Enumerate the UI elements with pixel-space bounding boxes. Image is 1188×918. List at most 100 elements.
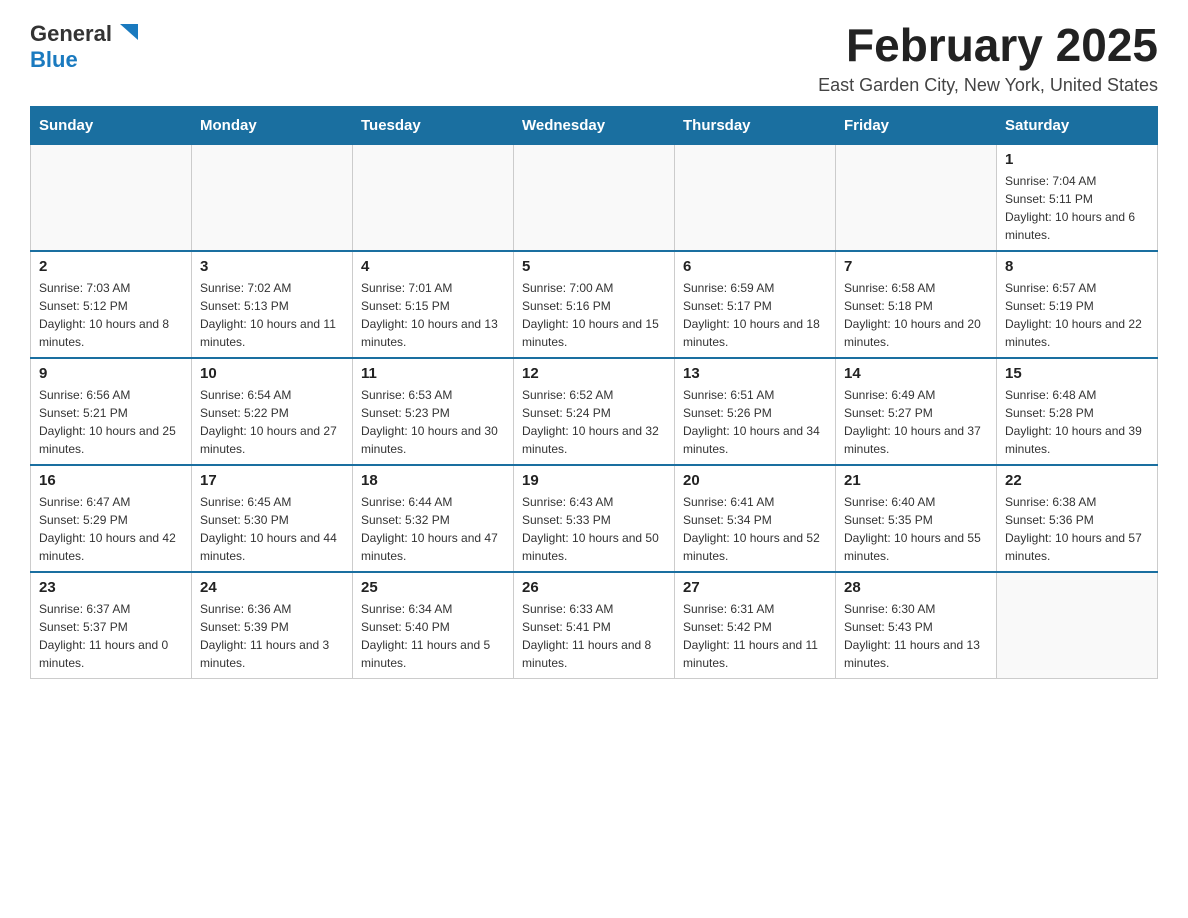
calendar-cell — [353, 144, 514, 251]
calendar-week-row: 23 Sunrise: 6:37 AMSunset: 5:37 PMDayligh… — [31, 572, 1158, 679]
day-number: 13 — [683, 365, 827, 382]
calendar-cell — [997, 572, 1158, 679]
day-info: Sunrise: 6:47 AMSunset: 5:29 PMDaylight:… — [39, 493, 183, 565]
calendar-cell: 9 Sunrise: 6:56 AMSunset: 5:21 PMDaylight… — [31, 358, 192, 465]
logo: General Blue — [30, 20, 142, 72]
calendar-cell: 21Sunrise: 6:40 AMSunset: 5:35 PMDayligh… — [836, 465, 997, 572]
calendar-cell: 5 Sunrise: 7:00 AMSunset: 5:16 PMDaylight… — [514, 251, 675, 358]
day-info: Sunrise: 6:38 AMSunset: 5:36 PMDaylight:… — [1005, 493, 1149, 565]
calendar-body: 1 Sunrise: 7:04 AMSunset: 5:11 PMDaylight… — [31, 144, 1158, 678]
day-number: 25 — [361, 579, 505, 596]
calendar-title: February 2025 — [818, 20, 1158, 71]
calendar-cell: 16 Sunrise: 6:47 AMSunset: 5:29 PMDayligh… — [31, 465, 192, 572]
calendar-week-row: 2Sunrise: 7:03 AMSunset: 5:12 PMDaylight… — [31, 251, 1158, 358]
day-info: Sunrise: 6:37 AMSunset: 5:37 PMDaylight:… — [39, 600, 183, 672]
day-number: 7 — [844, 258, 988, 275]
calendar-cell: 8 Sunrise: 6:57 AMSunset: 5:19 PMDaylight… — [997, 251, 1158, 358]
title-area: February 2025 East Garden City, New York… — [818, 20, 1158, 96]
day-number: 14 — [844, 365, 988, 382]
day-number: 4 — [361, 258, 505, 275]
day-number: 18 — [361, 472, 505, 489]
calendar-cell: 6 Sunrise: 6:59 AMSunset: 5:17 PMDaylight… — [675, 251, 836, 358]
logo-triangle-icon — [114, 20, 142, 48]
day-number: 28 — [844, 579, 988, 596]
day-info: Sunrise: 6:48 AMSunset: 5:28 PMDaylight:… — [1005, 386, 1149, 458]
day-info: Sunrise: 7:04 AMSunset: 5:11 PMDaylight:… — [1005, 172, 1149, 244]
weekday-header-monday: Monday — [192, 106, 353, 144]
calendar-cell: 13 Sunrise: 6:51 AMSunset: 5:26 PMDayligh… — [675, 358, 836, 465]
day-info: Sunrise: 6:31 AMSunset: 5:42 PMDaylight:… — [683, 600, 827, 672]
calendar-cell: 4 Sunrise: 7:01 AMSunset: 5:15 PMDaylight… — [353, 251, 514, 358]
day-number: 24 — [200, 579, 344, 596]
day-info: Sunrise: 6:58 AMSunset: 5:18 PMDaylight:… — [844, 279, 988, 351]
day-info: Sunrise: 7:01 AMSunset: 5:15 PMDaylight:… — [361, 279, 505, 351]
day-info: Sunrise: 6:51 AMSunset: 5:26 PMDaylight:… — [683, 386, 827, 458]
day-info: Sunrise: 6:44 AMSunset: 5:32 PMDaylight:… — [361, 493, 505, 565]
day-number: 17 — [200, 472, 344, 489]
day-number: 1 — [1005, 151, 1149, 168]
calendar-cell: 25 Sunrise: 6:34 AMSunset: 5:40 PMDayligh… — [353, 572, 514, 679]
day-info: Sunrise: 6:45 AMSunset: 5:30 PMDaylight:… — [200, 493, 344, 565]
calendar-cell: 20Sunrise: 6:41 AMSunset: 5:34 PMDayligh… — [675, 465, 836, 572]
day-number: 8 — [1005, 258, 1149, 275]
page-header: General Blue February 2025 East Garden C… — [30, 20, 1158, 96]
calendar-header: SundayMondayTuesdayWednesdayThursdayFrid… — [31, 106, 1158, 144]
calendar-cell: 26 Sunrise: 6:33 AMSunset: 5:41 PMDayligh… — [514, 572, 675, 679]
calendar-cell: 17 Sunrise: 6:45 AMSunset: 5:30 PMDayligh… — [192, 465, 353, 572]
calendar-cell: 10Sunrise: 6:54 AMSunset: 5:22 PMDayligh… — [192, 358, 353, 465]
day-info: Sunrise: 6:34 AMSunset: 5:40 PMDaylight:… — [361, 600, 505, 672]
day-number: 3 — [200, 258, 344, 275]
calendar-cell — [31, 144, 192, 251]
day-info: Sunrise: 6:36 AMSunset: 5:39 PMDaylight:… — [200, 600, 344, 672]
calendar-cell: 2Sunrise: 7:03 AMSunset: 5:12 PMDaylight… — [31, 251, 192, 358]
day-number: 22 — [1005, 472, 1149, 489]
logo-general-text: General — [30, 22, 112, 46]
weekday-header-wednesday: Wednesday — [514, 106, 675, 144]
calendar-cell: 15 Sunrise: 6:48 AMSunset: 5:28 PMDayligh… — [997, 358, 1158, 465]
day-number: 23 — [39, 579, 183, 596]
calendar-cell: 19Sunrise: 6:43 AMSunset: 5:33 PMDayligh… — [514, 465, 675, 572]
day-number: 5 — [522, 258, 666, 275]
day-info: Sunrise: 6:59 AMSunset: 5:17 PMDaylight:… — [683, 279, 827, 351]
calendar-week-row: 1 Sunrise: 7:04 AMSunset: 5:11 PMDaylight… — [31, 144, 1158, 251]
calendar-cell — [675, 144, 836, 251]
day-info: Sunrise: 7:02 AMSunset: 5:13 PMDaylight:… — [200, 279, 344, 351]
day-info: Sunrise: 6:53 AMSunset: 5:23 PMDaylight:… — [361, 386, 505, 458]
day-number: 19 — [522, 472, 666, 489]
day-info: Sunrise: 6:40 AMSunset: 5:35 PMDaylight:… — [844, 493, 988, 565]
day-info: Sunrise: 6:57 AMSunset: 5:19 PMDaylight:… — [1005, 279, 1149, 351]
weekday-header-tuesday: Tuesday — [353, 106, 514, 144]
calendar-cell: 22 Sunrise: 6:38 AMSunset: 5:36 PMDayligh… — [997, 465, 1158, 572]
day-number: 16 — [39, 472, 183, 489]
calendar-cell: 3 Sunrise: 7:02 AMSunset: 5:13 PMDaylight… — [192, 251, 353, 358]
calendar-cell — [514, 144, 675, 251]
weekday-header-thursday: Thursday — [675, 106, 836, 144]
calendar-cell: 27 Sunrise: 6:31 AMSunset: 5:42 PMDayligh… — [675, 572, 836, 679]
day-info: Sunrise: 7:03 AMSunset: 5:12 PMDaylight:… — [39, 279, 183, 351]
day-info: Sunrise: 6:52 AMSunset: 5:24 PMDaylight:… — [522, 386, 666, 458]
logo-blue-text: Blue — [30, 48, 142, 72]
day-number: 9 — [39, 365, 183, 382]
day-number: 26 — [522, 579, 666, 596]
calendar-cell: 18 Sunrise: 6:44 AMSunset: 5:32 PMDayligh… — [353, 465, 514, 572]
weekday-header-row: SundayMondayTuesdayWednesdayThursdayFrid… — [31, 106, 1158, 144]
day-number: 11 — [361, 365, 505, 382]
calendar-cell: 7 Sunrise: 6:58 AMSunset: 5:18 PMDaylight… — [836, 251, 997, 358]
calendar-cell: 28 Sunrise: 6:30 AMSunset: 5:43 PMDayligh… — [836, 572, 997, 679]
day-number: 10 — [200, 365, 344, 382]
day-number: 15 — [1005, 365, 1149, 382]
day-info: Sunrise: 7:00 AMSunset: 5:16 PMDaylight:… — [522, 279, 666, 351]
calendar-cell: 23 Sunrise: 6:37 AMSunset: 5:37 PMDayligh… — [31, 572, 192, 679]
day-info: Sunrise: 6:30 AMSunset: 5:43 PMDaylight:… — [844, 600, 988, 672]
day-number: 12 — [522, 365, 666, 382]
day-number: 27 — [683, 579, 827, 596]
weekday-header-friday: Friday — [836, 106, 997, 144]
day-info: Sunrise: 6:49 AMSunset: 5:27 PMDaylight:… — [844, 386, 988, 458]
day-info: Sunrise: 6:33 AMSunset: 5:41 PMDaylight:… — [522, 600, 666, 672]
calendar-cell: 11 Sunrise: 6:53 AMSunset: 5:23 PMDayligh… — [353, 358, 514, 465]
calendar-week-row: 9 Sunrise: 6:56 AMSunset: 5:21 PMDaylight… — [31, 358, 1158, 465]
day-number: 6 — [683, 258, 827, 275]
day-number: 20 — [683, 472, 827, 489]
calendar-cell: 14 Sunrise: 6:49 AMSunset: 5:27 PMDayligh… — [836, 358, 997, 465]
day-info: Sunrise: 6:56 AMSunset: 5:21 PMDaylight:… — [39, 386, 183, 458]
